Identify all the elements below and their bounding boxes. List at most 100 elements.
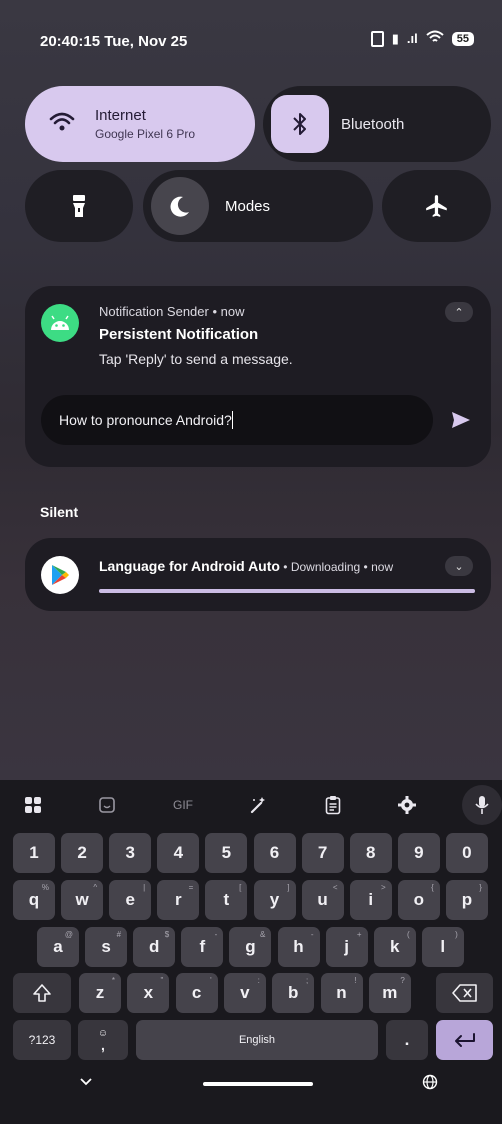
key-i[interactable]: i >: [349, 880, 392, 920]
globe-icon: [422, 1074, 438, 1090]
key-p[interactable]: p}: [445, 880, 488, 920]
sticker-icon[interactable]: [92, 792, 122, 818]
chevron-down-icon: ⌄: [454, 560, 464, 573]
bluetooth-label: Bluetooth: [341, 115, 405, 133]
key-c[interactable]: c ': [175, 973, 218, 1013]
key-t[interactable]: t[: [205, 880, 248, 920]
key-f[interactable]: f-: [181, 927, 224, 967]
key-j[interactable]: j +: [325, 927, 368, 967]
apps-grid-icon[interactable]: [18, 792, 48, 818]
download-notification-card[interactable]: Language for Android Auto • Downloading …: [25, 538, 491, 611]
download-notification-header: Language for Android Auto • Downloading …: [99, 558, 394, 574]
emoji-comma-key[interactable]: ☺ ,: [78, 1020, 128, 1060]
download-title: Language for Android Auto: [99, 558, 280, 574]
symbols-key[interactable]: ?123: [13, 1020, 71, 1060]
key-n[interactable]: n!: [320, 973, 363, 1013]
key-hint: $: [164, 930, 170, 939]
key-q[interactable]: q%: [13, 880, 55, 920]
keyboard-toolbar: GIF: [0, 780, 502, 830]
key-1[interactable]: 1: [13, 833, 55, 873]
key-3[interactable]: 3: [109, 833, 152, 873]
key-hint: <: [332, 883, 338, 892]
key-w[interactable]: w ^: [61, 880, 104, 920]
key-z[interactable]: z *: [79, 973, 121, 1013]
internet-tile[interactable]: Internet Google Pixel 6 Pro: [25, 86, 255, 162]
send-icon: [452, 412, 470, 428]
key-6[interactable]: 6: [253, 833, 296, 873]
key-s[interactable]: s #: [85, 927, 128, 967]
clipboard-icon[interactable]: [318, 792, 348, 818]
home-gesture-bar[interactable]: [203, 1082, 313, 1086]
text-cursor: [231, 411, 233, 429]
key-l[interactable]: l): [421, 927, 464, 967]
space-bar[interactable]: English: [136, 1020, 378, 1060]
key-m[interactable]: m?: [368, 973, 411, 1013]
bluetooth-tile[interactable]: Bluetooth: [263, 86, 491, 162]
microphone-button[interactable]: [462, 785, 502, 825]
bluetooth-icon: [293, 113, 306, 135]
key-hint: |: [143, 883, 146, 892]
key-hint: &: [260, 930, 266, 939]
key-a[interactable]: a @: [37, 927, 79, 967]
key-hint: %: [41, 883, 49, 892]
key-hint: ': [210, 976, 212, 985]
enter-key[interactable]: [436, 1020, 493, 1060]
key-5[interactable]: 5: [205, 833, 248, 873]
moon-icon: [170, 196, 189, 217]
key-h[interactable]: h-: [277, 927, 320, 967]
backspace-key[interactable]: [436, 973, 493, 1013]
key-x[interactable]: x ": [127, 973, 170, 1013]
notification-text: Tap 'Reply' to send a message.: [99, 351, 293, 367]
notification-card[interactable]: Notification Sender • now Persistent Not…: [25, 286, 491, 467]
android-app-icon: [41, 304, 79, 342]
microphone-icon: [475, 796, 489, 814]
key-d[interactable]: d $: [133, 927, 176, 967]
key-hint: :: [257, 976, 260, 985]
key-o[interactable]: o{: [397, 880, 440, 920]
internet-label: Internet: [95, 107, 146, 124]
download-progress-track: [99, 589, 475, 593]
key-g[interactable]: g &: [229, 927, 272, 967]
key-u[interactable]: u <: [301, 880, 344, 920]
wifi-icon: [426, 30, 444, 47]
key-hint: [: [239, 883, 242, 892]
key-e[interactable]: e |: [109, 880, 152, 920]
airplane-mode-tile[interactable]: [382, 170, 491, 242]
hide-keyboard-button[interactable]: [74, 1070, 98, 1094]
key-hint: +: [356, 930, 362, 939]
key-hint: !: [354, 976, 357, 985]
modes-tile[interactable]: Modes: [143, 170, 373, 242]
modes-label: Modes: [225, 197, 271, 215]
key-y[interactable]: y]: [253, 880, 296, 920]
period-key[interactable]: .: [386, 1020, 428, 1060]
gif-button[interactable]: GIF: [168, 792, 198, 818]
key-hint: -: [310, 930, 314, 939]
language-switch-button[interactable]: [418, 1070, 442, 1094]
key-2[interactable]: 2: [61, 833, 104, 873]
key-4[interactable]: 4: [157, 833, 200, 873]
magic-wand-icon[interactable]: [243, 792, 273, 818]
battery-indicator: 55: [451, 31, 474, 46]
reply-text: How to pronounce Android?: [59, 412, 232, 428]
chevron-up-icon: ⌃: [454, 306, 464, 319]
key-hint: }: [479, 883, 482, 892]
key-r[interactable]: r =: [157, 880, 200, 920]
airplane-icon: [425, 195, 447, 217]
key-hint: ]: [287, 883, 290, 892]
key-v[interactable]: v:: [223, 973, 266, 1013]
shift-key[interactable]: [13, 973, 71, 1013]
send-button[interactable]: [445, 404, 477, 436]
expand-button[interactable]: ⌄: [445, 556, 473, 576]
flashlight-icon: [73, 195, 85, 217]
key-hint: ): [455, 930, 458, 939]
flashlight-tile[interactable]: [25, 170, 133, 242]
gear-icon[interactable]: [392, 792, 422, 818]
reply-input[interactable]: How to pronounce Android?: [41, 395, 433, 445]
key-b[interactable]: b;: [272, 973, 315, 1013]
collapse-button[interactable]: ⌃: [445, 302, 473, 322]
key-8[interactable]: 8: [349, 833, 392, 873]
key-9[interactable]: 9: [397, 833, 440, 873]
key-0[interactable]: 0: [445, 833, 488, 873]
key-7[interactable]: 7: [301, 833, 344, 873]
key-k[interactable]: k(: [373, 927, 416, 967]
